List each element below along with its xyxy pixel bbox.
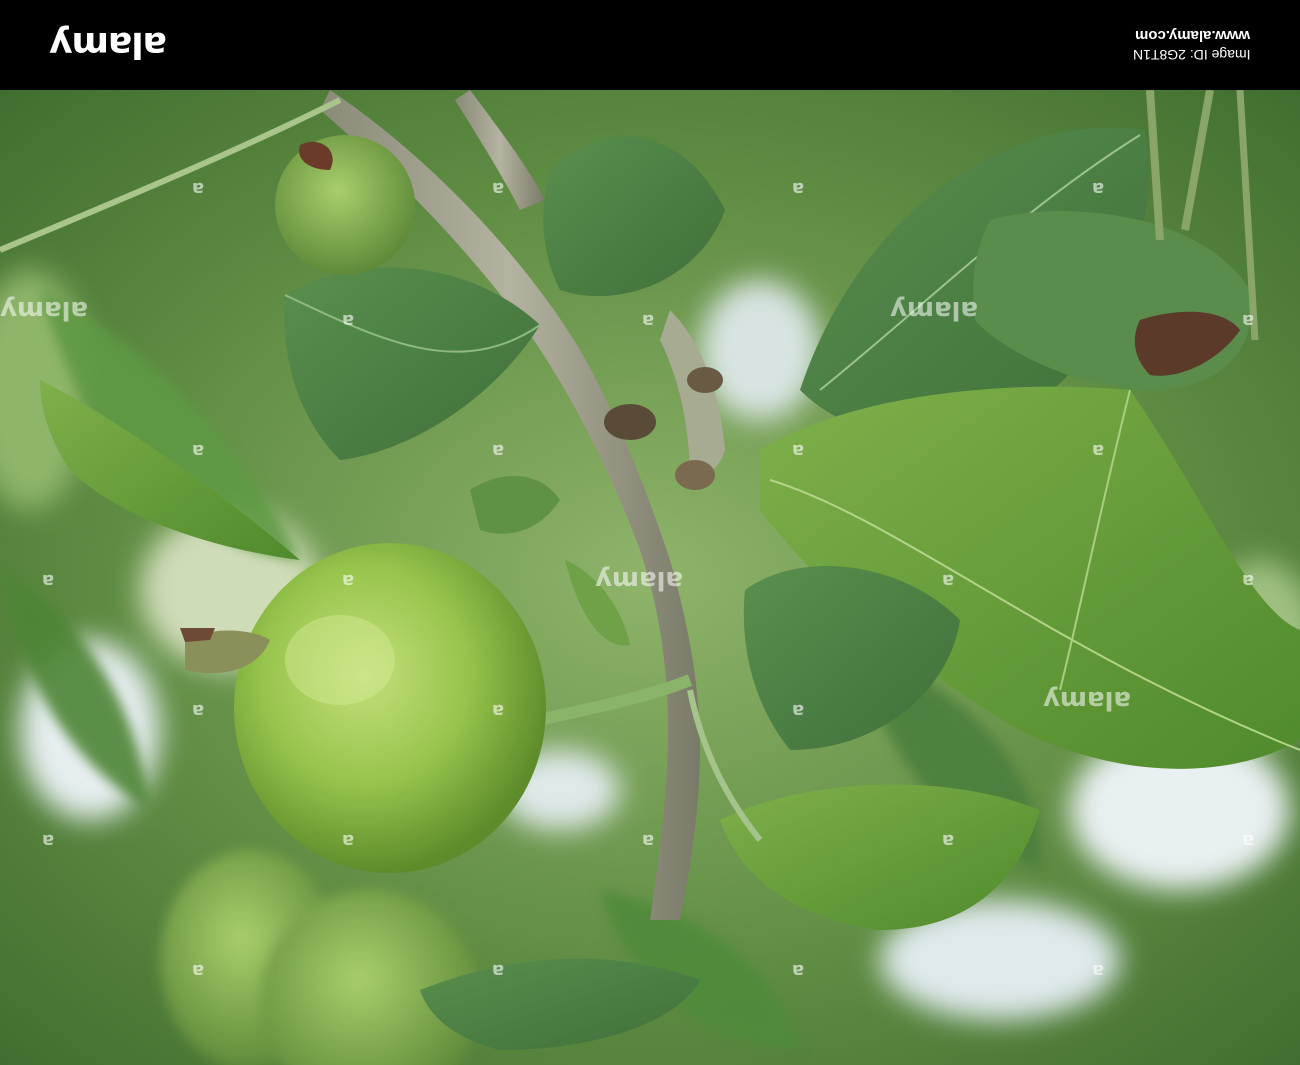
watermark-small: a (1242, 830, 1255, 851)
watermark-small: a (792, 440, 805, 461)
watermark-small: a (342, 310, 355, 331)
watermark-small: a (192, 440, 205, 461)
watermark-small: a (792, 700, 805, 721)
image-id: Image ID: 2G8T1N (1132, 47, 1251, 63)
watermark-small: a (192, 960, 205, 981)
watermark-small: a (1092, 440, 1105, 461)
watermark: alamy (1043, 685, 1132, 715)
watermark-small: a (492, 700, 505, 721)
watermark-small: a (1242, 570, 1255, 591)
watermark: alamy (595, 565, 684, 595)
site-url: www.alamy.com (1134, 27, 1250, 44)
watermark-small: a (192, 178, 205, 199)
watermark-small: a (942, 570, 955, 591)
logo-text: alamy (50, 24, 167, 65)
watermark-small: a (792, 960, 805, 981)
watermark-small: a (492, 178, 505, 199)
watermark-small: a (192, 700, 205, 721)
image-meta: www.alamy.com Image ID: 2G8T1N (1133, 24, 1251, 65)
watermark-small: a (342, 570, 355, 591)
alamy-logo: alamy (50, 22, 167, 66)
watermark-small: a (42, 830, 55, 851)
watermark-small: a (342, 830, 355, 851)
watermark-small: a (42, 570, 55, 591)
watermark: alamy (890, 295, 979, 325)
watermark-small: a (1092, 960, 1105, 981)
photo-area: alamy alamy alamy alamy a a a a a a a a … (0, 90, 1300, 1065)
watermark-small: a (642, 830, 655, 851)
watermark: alamy (0, 295, 89, 325)
watermark-banner: alamy www.alamy.com Image ID: 2G8T1N (0, 0, 1300, 90)
watermark-small: a (492, 440, 505, 461)
watermark-small: a (1242, 310, 1255, 331)
watermark-small: a (642, 310, 655, 331)
watermark-small: a (792, 178, 805, 199)
watermark-small: a (942, 830, 955, 851)
watermark-small: a (492, 960, 505, 981)
watermark-small: a (1092, 178, 1105, 199)
